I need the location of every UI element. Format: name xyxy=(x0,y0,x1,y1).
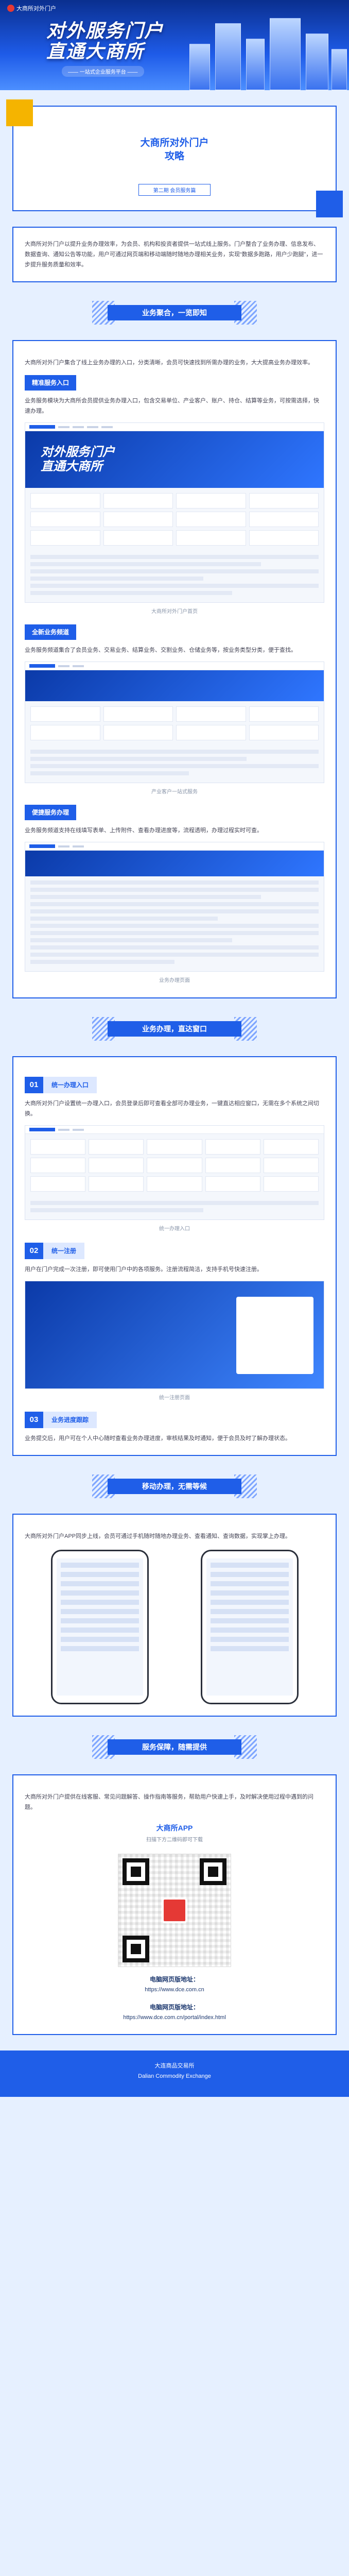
corner-decoration xyxy=(316,191,343,217)
item-heading: 精准服务入口 xyxy=(25,375,77,391)
phone-mockup xyxy=(50,1550,149,1704)
app-subtitle: 扫描下方二维码即可下载 xyxy=(146,1837,203,1843)
app-title: 大商所APP xyxy=(156,1824,193,1832)
numbered-heading: 01 统一办理入口 xyxy=(25,1077,324,1093)
section-3-card: 大商所对外门户APP同步上线，会员可通过手机随时随地办理业务、查看通知、查询数据… xyxy=(12,1514,337,1717)
item-heading: 全新业务频道 xyxy=(25,624,77,640)
mobile-url-label: 电脑网页版地址： xyxy=(149,2004,199,2011)
app-logo-icon xyxy=(162,1897,187,1923)
section-header: 业务聚合，一览即知 xyxy=(92,301,257,325)
section-header: 业务办理，直达窗口 xyxy=(92,1017,257,1041)
title-card: 大商所对外门户 攻略 第二期 会员服务篇 xyxy=(6,99,343,217)
register-screenshot xyxy=(25,1281,324,1389)
dce-logo-icon xyxy=(7,5,14,12)
footer: 大连商品交易所 Dalian Commodity Exchange xyxy=(0,2050,349,2097)
phone-mockup xyxy=(200,1550,299,1704)
section-1-card: 大商所对外门户集合了线上业务办理的入口，分类清晰，会员可快速找到所需办理的业务，… xyxy=(12,340,337,998)
hero-logo: 大商所对外门户 xyxy=(7,4,56,12)
page: 大商所对外门户 对外服务门户 直通大商所 —— 一站式企业服务平台 —— 大商所… xyxy=(0,0,349,2097)
section-header: 服务保障，随需提供 xyxy=(92,1735,257,1759)
section-header: 移动办理，无需等候 xyxy=(92,1475,257,1498)
hero-title: 对外服务门户 直通大商所 xyxy=(46,20,164,62)
qr-code xyxy=(118,1854,231,1967)
hero-banner: 大商所对外门户 对外服务门户 直通大商所 —— 一站式企业服务平台 —— xyxy=(0,0,349,90)
web-url-label: 电脑网页版地址： xyxy=(149,1976,199,1983)
section-2-card: 01 统一办理入口 大商所对外门户设置统一办理入口，会员登录后即可查看全部可办理业… xyxy=(12,1056,337,1456)
homepage-screenshot: 对外服务门户 直通大商所 xyxy=(25,422,324,603)
numbered-heading: 02 统一注册 xyxy=(25,1243,324,1259)
item-heading: 便捷服务办理 xyxy=(25,805,77,820)
numbered-heading: 03 业务进度跟踪 xyxy=(25,1412,324,1428)
mobile-url[interactable]: https://www.dce.com.cn/portal/index.html xyxy=(25,2012,324,2023)
article-title: 大商所对外门户 攻略 xyxy=(140,138,209,162)
business-screenshot xyxy=(25,842,324,972)
section-4-card: 大商所对外门户提供在线客服、常见问题解答、操作指南等服务，帮助用户快速上手，及时… xyxy=(12,1774,337,2035)
issue-label: 第二期 会员服务篇 xyxy=(138,184,211,196)
web-url[interactable]: https://www.dce.com.cn xyxy=(25,1985,324,1995)
corner-decoration xyxy=(6,99,33,126)
industry-channel-screenshot xyxy=(25,662,324,783)
buildings-illustration xyxy=(179,13,349,90)
hero-subtitle: —— 一站式企业服务平台 —— xyxy=(62,66,144,77)
intro-card: 大商所对外门户以提升业务办理效率，为会员、机构和投资者提供一站式线上服务。门户整… xyxy=(12,227,337,282)
intro-text: 大商所对外门户以提升业务办理效率，为会员、机构和投资者提供一站式线上服务。门户整… xyxy=(25,241,323,268)
unified-entry-screenshot xyxy=(25,1125,324,1220)
